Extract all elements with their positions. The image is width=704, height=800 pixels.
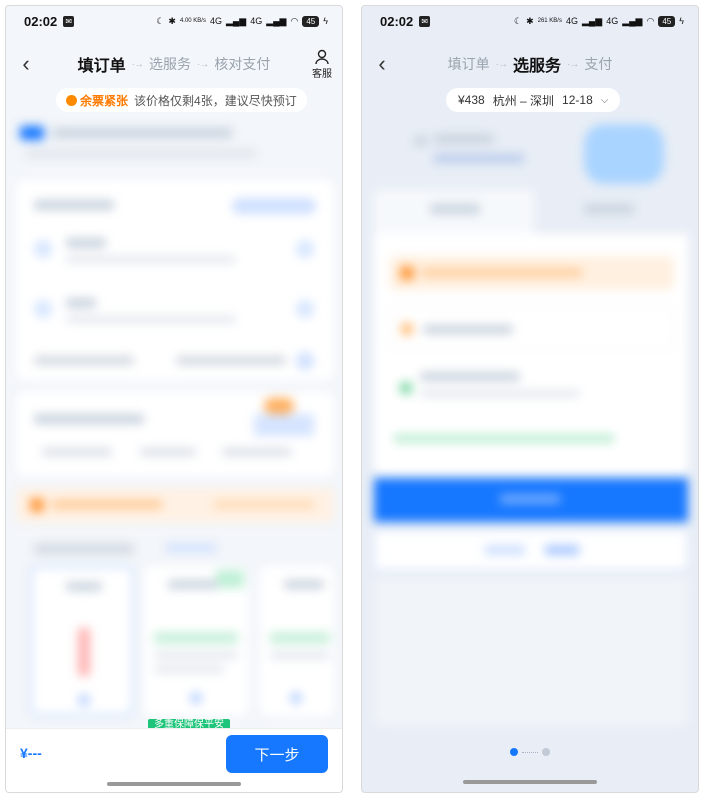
battery-icon: 45 bbox=[658, 15, 676, 27]
step-select-service: 选服务 bbox=[512, 58, 561, 75]
customer-service-label: 客服 bbox=[312, 68, 332, 80]
low-stock-tip: 余票紧张 该价格仅剩4张，建议尽快预订 bbox=[56, 88, 307, 112]
arrow-icon: ·→ bbox=[495, 58, 508, 70]
charging-icon: ϟ bbox=[679, 16, 684, 26]
route-cities: 杭州 – 深圳 bbox=[492, 93, 555, 108]
signal-label-1: 4G bbox=[565, 16, 578, 26]
notification-icon: ✉ bbox=[63, 15, 75, 27]
route-date: 12-18 bbox=[562, 93, 593, 107]
left-screen: 02:02 ✉ ☾ ✱ 4.00 KB/s 4G ▂▄▆ 4G ▂▄▆ ◠ 45… bbox=[5, 5, 343, 793]
chevron-left-icon: ‹ bbox=[378, 51, 386, 76]
nav-bar: ‹ 填订单 ·→ 选服务 ·→ 支付 bbox=[362, 46, 698, 82]
status-time: 02:02 bbox=[380, 13, 414, 29]
bluetooth-icon: ✱ bbox=[168, 15, 176, 26]
wifi-icon: ◠ bbox=[646, 15, 655, 26]
back-button[interactable]: ‹ bbox=[362, 46, 402, 82]
status-icons: ☾ ✱ 261 KB/s 4G ▂▄▆ 4G ▂▄▆ ◠ 45 ϟ bbox=[513, 15, 684, 27]
page-dot-connector bbox=[522, 751, 538, 753]
page-dot[interactable] bbox=[542, 748, 550, 756]
wifi-icon: ◠ bbox=[290, 15, 299, 26]
step-fill-order: 填订单 bbox=[447, 56, 490, 72]
chevron-left-icon: ‹ bbox=[22, 51, 30, 76]
total-price: ¥--- bbox=[20, 745, 42, 761]
step-indicator: 填订单 ·→ 选服务 ·→ 核对支付 bbox=[46, 52, 302, 76]
signal-icon: ▂▄▆ bbox=[225, 15, 247, 26]
status-bar: 02:02 ✉ ☾ ✱ 4.00 KB/s 4G ▂▄▆ 4G ▂▄▆ ◠ 45… bbox=[6, 6, 342, 36]
customer-service-button[interactable]: 客服 bbox=[302, 49, 342, 80]
net-speed: 261 KB/s bbox=[537, 18, 562, 24]
home-indicator bbox=[107, 782, 241, 786]
signal-icon-2: ▂▄▆ bbox=[266, 15, 287, 26]
step-pay: 支付 bbox=[584, 56, 613, 72]
status-time: 02:02 bbox=[24, 13, 58, 29]
route-selector[interactable]: ¥438 杭州 – 深圳 12-18 ⌵ bbox=[446, 88, 621, 112]
signal-label-2: 4G bbox=[606, 16, 619, 26]
bottom-action-bar: ¥--- 下一步 bbox=[6, 728, 342, 792]
step-indicator: 填订单 ·→ 选服务 ·→ 支付 bbox=[402, 52, 698, 76]
right-screen: 02:02 ✉ ☾ ✱ 261 KB/s 4G ▂▄▆ 4G ▂▄▆ ◠ 45 … bbox=[361, 5, 699, 793]
signal-icon: ▂▄▆ bbox=[581, 15, 603, 26]
arrow-icon: ·→ bbox=[567, 58, 579, 70]
blurred-order-form bbox=[16, 120, 334, 720]
chevron-down-icon: ⌵ bbox=[600, 94, 609, 106]
arrow-icon: ·→ bbox=[131, 58, 144, 70]
arrow-icon: ·→ bbox=[197, 58, 209, 70]
charging-icon: ϟ bbox=[323, 16, 328, 26]
low-stock-label: 余票紧张 bbox=[80, 93, 129, 108]
nav-bar: ‹ 填订单 ·→ 选服务 ·→ 核对支付 客服 bbox=[6, 46, 342, 82]
battery-icon: 45 bbox=[302, 15, 320, 27]
alert-icon bbox=[66, 94, 77, 106]
back-button[interactable]: ‹ bbox=[6, 46, 46, 82]
notification-icon: ✉ bbox=[419, 15, 431, 27]
page-dot-active[interactable] bbox=[510, 748, 518, 756]
route-price: ¥438 bbox=[458, 93, 485, 107]
signal-label-1: 4G bbox=[209, 16, 222, 26]
signal-label-2: 4G bbox=[250, 16, 263, 26]
step-select-service: 选服务 bbox=[149, 56, 191, 72]
net-speed: 4.00 KB/s bbox=[179, 18, 206, 24]
step-fill-order: 填订单 bbox=[77, 58, 126, 75]
signal-icon-2: ▂▄▆ bbox=[622, 15, 643, 26]
next-step-button[interactable]: 下一步 bbox=[226, 735, 328, 773]
moon-icon: ☾ bbox=[156, 15, 165, 26]
low-stock-text: 该价格仅剩4张，建议尽快预订 bbox=[134, 93, 297, 108]
moon-icon: ☾ bbox=[513, 15, 523, 26]
status-icons: ☾ ✱ 4.00 KB/s 4G ▂▄▆ 4G ▂▄▆ ◠ 45 ϟ bbox=[156, 15, 328, 27]
home-indicator bbox=[463, 780, 597, 784]
bluetooth-icon: ✱ bbox=[526, 15, 534, 26]
blurred-service-options bbox=[374, 118, 688, 728]
status-bar: 02:02 ✉ ☾ ✱ 261 KB/s 4G ▂▄▆ 4G ▂▄▆ ◠ 45 … bbox=[362, 6, 698, 36]
page-indicator bbox=[362, 748, 698, 756]
headset-icon bbox=[315, 49, 329, 64]
step-verify-pay: 核对支付 bbox=[214, 56, 271, 72]
